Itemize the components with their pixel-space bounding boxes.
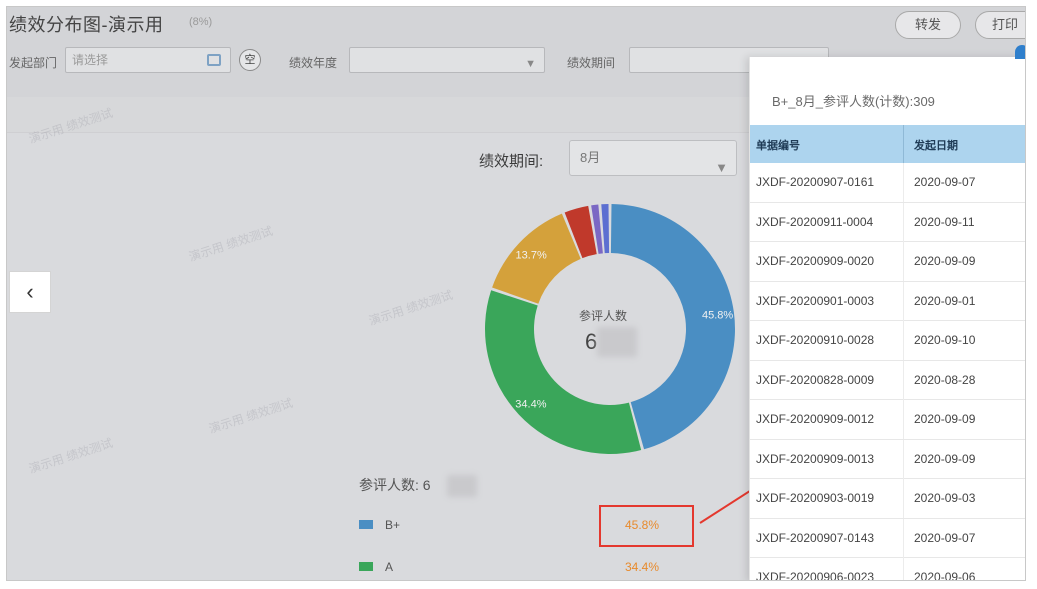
table-header: 单据编号 发起日期 [750,125,1025,163]
legend-label: A [385,560,394,574]
legend-swatch [359,520,373,529]
legend-head-text: 参评人数: 6 [359,477,431,493]
cell-date: 2020-09-11 [914,214,975,229]
chevron-left-icon: ‹ [26,279,34,304]
table-row[interactable]: JXDF-20200909-0013 2020-09-09 [750,439,1025,479]
period-label: 绩效期间: [479,153,544,170]
cell-doc-no[interactable]: JXDF-20200909-0020 [756,254,874,268]
cell-date: 2020-08-28 [914,372,976,387]
cell-date: 2020-09-09 [914,451,976,466]
chevron-down-icon: ▼ [715,160,728,175]
calendar-icon[interactable] [207,54,221,66]
page-title: 绩效分布图-演示用 [9,15,164,35]
year-select[interactable]: ▼ [349,47,545,73]
app-frame: 绩效分布图-演示用 (8%) 转发 打印 发起部门 请选择 空 绩效年度 ▼ 绩… [6,6,1026,581]
department-label: 发起部门 [9,56,58,70]
cell-doc-no[interactable]: JXDF-20200906-0023 [756,570,874,580]
redacted-count [447,475,477,497]
clear-button[interactable]: 空 [239,49,261,71]
table-row[interactable]: JXDF-20200911-0004 2020-09-11 [750,202,1025,242]
prev-button[interactable]: ‹ [9,271,51,313]
title-badge: (8%) [189,16,213,28]
cell-doc-no[interactable]: JXDF-20200910-0028 [756,333,874,347]
period-select-value: 8月 [580,150,601,165]
donut-slice[interactable] [492,213,581,304]
table-row[interactable]: JXDF-20200903-0019 2020-09-03 [750,479,1025,519]
cell-date: 2020-09-10 [914,333,976,347]
forward-button[interactable]: 转发 [895,11,961,39]
cell-doc-no[interactable]: JXDF-20200828-0009 [756,373,874,387]
cell-doc-no[interactable]: JXDF-20200901-0003 [756,294,874,308]
cell-date: 2020-09-03 [914,491,976,505]
legend-pct: 34.4% [625,560,660,574]
legend-item[interactable]: A [359,560,393,574]
legend-label: B+ [385,518,401,532]
popup-handle-icon[interactable] [1015,45,1025,59]
detail-popup: B+_8月_参评人数(计数):309 单据编号 发起日期 JXDF-202009… [749,57,1025,581]
chevron-down-icon: ▼ [525,58,536,70]
cell-date: 2020-09-09 [914,254,976,268]
table-row[interactable]: JXDF-20200901-0003 2020-09-01 [750,281,1025,321]
highlight-box [599,505,694,547]
cell-doc-no[interactable]: JXDF-20200909-0013 [756,452,874,466]
cell-date: 2020-09-07 [914,530,976,545]
legend-head: 参评人数: 6 [359,475,431,495]
table-row[interactable]: JXDF-20200828-0009 2020-08-28 [750,360,1025,400]
legend-item[interactable]: B+ [359,518,400,532]
period-select[interactable]: 8月 ▼ [569,140,737,176]
cell-doc-no[interactable]: JXDF-20200911-0004 [756,215,873,229]
table-row[interactable]: JXDF-20200910-0028 2020-09-10 [750,321,1025,361]
cell-doc-no[interactable]: JXDF-20200907-0143 [756,531,874,545]
donut-center-label: 参评人数 [579,309,628,323]
cell-date: 2020-09-09 [914,412,976,426]
redacted-value [597,327,637,357]
column-header-date[interactable]: 发起日期 [914,137,958,153]
table-row[interactable]: JXDF-20200906-0023 2020-09-06 [750,558,1025,581]
cell-date: 2020-09-06 [914,570,976,581]
table-row[interactable]: JXDF-20200907-0161 2020-09-07 [750,163,1025,203]
cell-doc-no[interactable]: JXDF-20200903-0019 [756,491,874,505]
cell-doc-no[interactable]: JXDF-20200909-0012 [756,412,874,426]
popup-title: B+_8月_参评人数(计数):309 [772,94,935,109]
table-row[interactable]: JXDF-20200909-0020 2020-09-09 [750,242,1025,282]
table-row[interactable]: JXDF-20200907-0143 2020-09-07 [750,518,1025,558]
column-header-doc-no[interactable]: 单据编号 [756,137,800,153]
cell-date: 2020-09-07 [914,175,976,189]
period-filter-label: 绩效期间 [567,56,616,70]
table-row[interactable]: JXDF-20200909-0012 2020-09-09 [750,400,1025,440]
year-label: 绩效年度 [289,56,338,70]
cell-date: 2020-09-01 [914,293,976,308]
legend-swatch [359,562,373,571]
print-button[interactable]: 打印 [975,11,1025,39]
cell-doc-no[interactable]: JXDF-20200907-0161 [756,175,874,189]
donut-center-value: 6 [585,329,598,354]
donut-slice[interactable] [601,204,610,254]
